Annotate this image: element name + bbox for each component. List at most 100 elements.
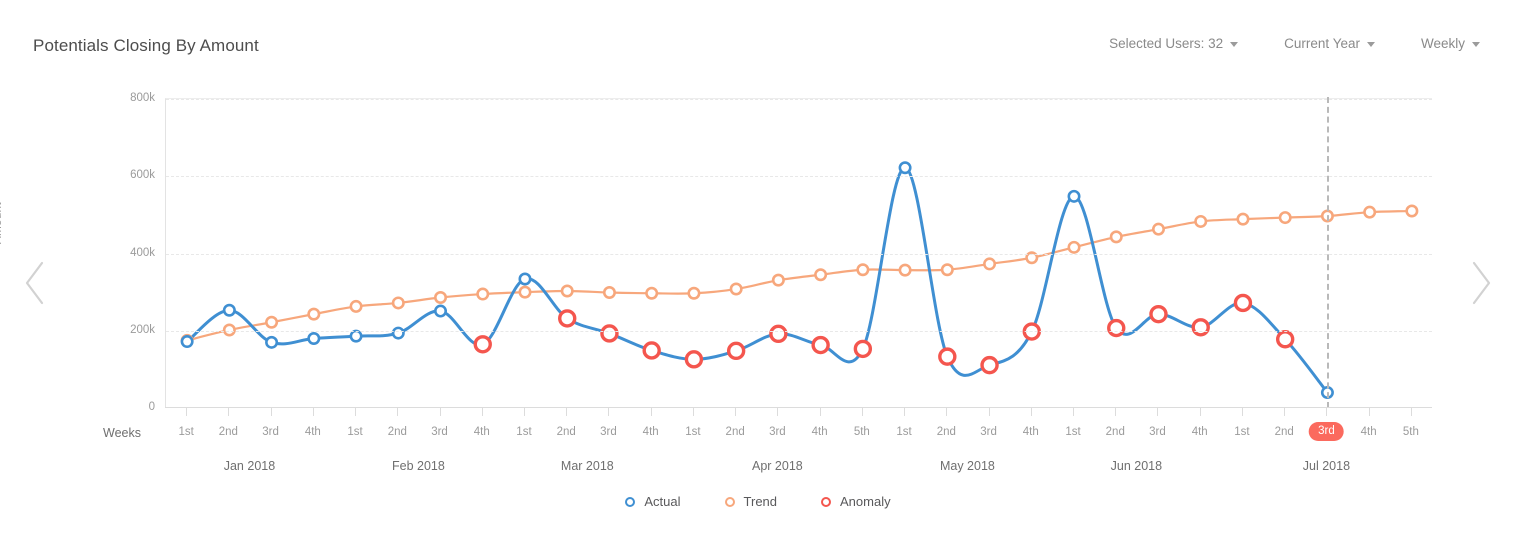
data-point-actual[interactable] [349, 329, 363, 343]
data-point-trend[interactable] [1151, 222, 1165, 236]
data-point-trend[interactable] [349, 299, 363, 313]
anomaly-point[interactable] [1107, 318, 1126, 338]
current-week-badge[interactable]: 3rd [1309, 422, 1344, 441]
anomaly-point[interactable] [1191, 318, 1210, 337]
data-point-trend[interactable] [1067, 240, 1081, 254]
data-point-trend[interactable] [518, 285, 532, 299]
week-label[interactable]: 1st [347, 426, 362, 438]
selected-users-label: Selected Users: 32 [1109, 36, 1224, 51]
granularity-dropdown[interactable]: Weekly [1421, 36, 1480, 51]
period-range-dropdown[interactable]: Current Year [1284, 36, 1375, 51]
week-label[interactable]: 1st [1234, 426, 1249, 438]
x-axis-tick [904, 407, 906, 416]
legend-item-anomaly[interactable]: Anomaly [821, 494, 891, 509]
data-point-actual[interactable] [518, 272, 532, 286]
week-label[interactable]: 1st [516, 426, 531, 438]
data-point-actual[interactable] [307, 331, 321, 345]
week-label[interactable]: 2nd [1275, 426, 1294, 438]
x-axis-tick [692, 407, 694, 416]
data-point-trend[interactable] [645, 286, 659, 300]
week-label[interactable]: 5th [1403, 426, 1419, 438]
week-label[interactable]: 3rd [600, 426, 617, 438]
week-label[interactable]: 3rd [431, 426, 448, 438]
data-point-trend[interactable] [560, 284, 574, 298]
data-point-trend[interactable] [391, 296, 405, 310]
week-label[interactable]: 3rd [769, 426, 786, 438]
week-label[interactable]: 4th [643, 426, 659, 438]
data-point-actual[interactable] [434, 304, 448, 318]
data-point-trend[interactable] [856, 263, 870, 277]
data-point-actual[interactable] [391, 326, 405, 340]
anomaly-point[interactable] [769, 324, 788, 344]
anomaly-point[interactable] [811, 335, 830, 355]
data-point-trend[interactable] [687, 286, 701, 300]
data-point-trend[interactable] [729, 282, 743, 296]
week-label[interactable]: 4th [1192, 426, 1208, 438]
week-label[interactable]: 4th [1361, 426, 1377, 438]
y-axis-tick-label: 200k [130, 323, 155, 336]
data-point-trend[interactable] [1109, 230, 1123, 244]
anomaly-point[interactable] [1149, 304, 1168, 324]
x-axis-tick [819, 407, 821, 416]
week-label[interactable]: 2nd [1106, 426, 1125, 438]
week-label[interactable]: 2nd [937, 426, 956, 438]
week-label[interactable]: 3rd [1149, 426, 1166, 438]
gridline [166, 330, 1432, 332]
data-point-actual[interactable] [180, 335, 194, 349]
anomaly-point[interactable] [1233, 293, 1253, 313]
data-point-trend[interactable] [476, 287, 490, 301]
x-axis-tick [1073, 407, 1075, 416]
data-point-trend[interactable] [814, 268, 828, 282]
week-label[interactable]: 5th [854, 426, 870, 438]
week-label[interactable]: 1st [178, 426, 193, 438]
week-label[interactable]: 2nd [388, 426, 407, 438]
anomaly-point[interactable] [600, 324, 619, 343]
legend-item-trend[interactable]: Trend [724, 494, 777, 509]
week-label[interactable]: 1st [1065, 426, 1080, 438]
data-point-trend[interactable] [1405, 204, 1419, 218]
x-axis-tick [608, 407, 610, 416]
data-point-trend[interactable] [602, 286, 616, 300]
week-label[interactable]: 2nd [726, 426, 745, 438]
week-label[interactable]: 4th [474, 426, 490, 438]
anomaly-point[interactable] [938, 347, 957, 366]
data-point-trend[interactable] [265, 315, 279, 329]
anomaly-point[interactable] [473, 335, 492, 354]
gridline [166, 176, 1432, 178]
data-point-trend[interactable] [307, 307, 321, 321]
data-point-trend[interactable] [1363, 205, 1377, 219]
data-point-actual[interactable] [265, 335, 279, 349]
anomaly-point[interactable] [684, 350, 704, 369]
week-label[interactable]: 4th [1023, 426, 1039, 438]
week-label[interactable]: 2nd [557, 426, 576, 438]
week-label[interactable]: 2nd [219, 426, 238, 438]
data-point-trend[interactable] [983, 257, 997, 271]
week-label[interactable]: 1st [896, 426, 911, 438]
data-point-trend[interactable] [1236, 212, 1250, 226]
selected-users-dropdown[interactable]: Selected Users: 32 [1109, 36, 1239, 51]
data-point-trend[interactable] [898, 263, 912, 277]
data-point-actual[interactable] [222, 303, 236, 317]
chevron-down-icon [1472, 42, 1480, 47]
x-axis-tick [186, 407, 188, 416]
data-point-trend[interactable] [434, 291, 448, 305]
anomaly-point[interactable] [642, 341, 661, 360]
data-point-actual[interactable] [1067, 189, 1081, 203]
x-axis-tick [1030, 407, 1032, 416]
data-point-trend[interactable] [1278, 211, 1292, 225]
data-point-actual[interactable] [898, 161, 912, 175]
week-label[interactable]: 1st [685, 426, 700, 438]
legend-item-actual[interactable]: Actual [625, 494, 681, 509]
data-point-trend[interactable] [771, 273, 785, 287]
anomaly-point[interactable] [726, 341, 746, 361]
data-point-trend[interactable] [1194, 214, 1208, 228]
anomaly-point[interactable] [558, 309, 577, 328]
anomaly-point[interactable] [853, 339, 873, 359]
week-label[interactable]: 4th [305, 426, 321, 438]
anomaly-point[interactable] [980, 355, 999, 375]
anomaly-point[interactable] [1275, 330, 1295, 349]
data-point-trend[interactable] [940, 263, 954, 277]
week-label[interactable]: 4th [812, 426, 828, 438]
week-label[interactable]: 3rd [980, 426, 997, 438]
week-label[interactable]: 3rd [262, 426, 279, 438]
